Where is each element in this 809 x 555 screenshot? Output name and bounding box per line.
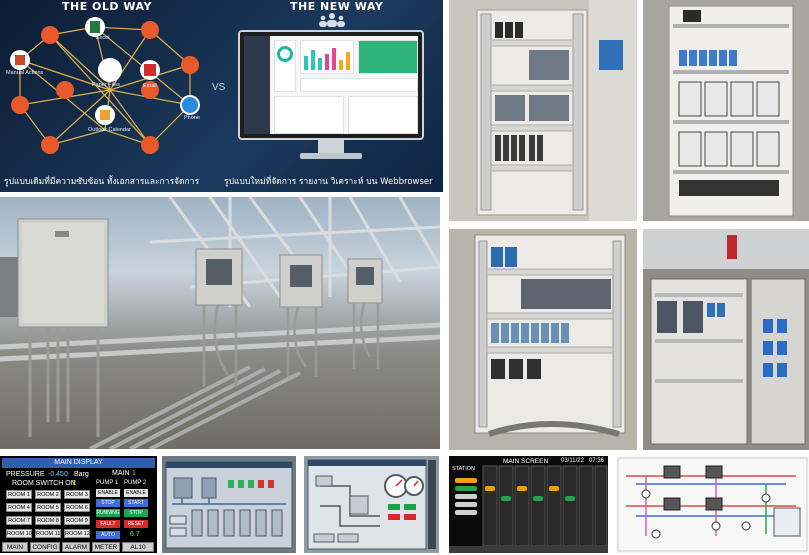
room-1-button[interactable]: ROOM 1 (6, 490, 32, 499)
room-7-button[interactable]: ROOM 7 (6, 516, 32, 525)
hmi-tank-process-screen (162, 456, 296, 553)
hmi-main-display: MAIN DISPLAY PRESSURE -0.450 Barg ROOM S… (0, 456, 157, 553)
room-4-button[interactable]: ROOM 4 (6, 503, 32, 512)
rooftop-enclosures-photo (0, 197, 440, 449)
pump-2-stop-button[interactable]: STOP (124, 509, 148, 517)
pump-1-running-indicator: RUNNING (96, 509, 120, 517)
room-10-button[interactable]: ROOM 10 (6, 529, 32, 538)
outlook-calendar-label: Outlook Calendar (88, 127, 131, 133)
room-6-button[interactable]: ROOM 6 (64, 503, 90, 512)
pressure-label: PRESSURE (6, 471, 45, 478)
pressure-unit: Barg (74, 471, 89, 478)
pump-2-enable-button[interactable]: ENABLE (124, 489, 148, 497)
email-label: Email (143, 83, 157, 89)
tab-config[interactable]: CONFIG (30, 542, 60, 552)
counter-value: 6.7 (130, 531, 140, 538)
team-icon (319, 13, 345, 27)
tab-meter[interactable]: METER (92, 542, 120, 552)
room-switch-label: ROOM SWITCH ON (12, 480, 76, 487)
old-way-title: THE OLD WAY (62, 0, 152, 13)
hmi-station-main-screen: MAIN SCREEN 03/11/22 07:36 STATION (449, 456, 608, 553)
room-3-button[interactable]: ROOM 3 (64, 490, 90, 499)
hmi-gauge-screen (304, 456, 439, 553)
room-8-button[interactable]: ROOM 8 (35, 516, 61, 525)
control-cabinet-photo-1 (449, 0, 637, 221)
new-way-caption: รูปแบบใหม่ที่จัดการ รายงาน วิเคราะห์ บน … (224, 177, 433, 187)
hmi-piping-schematic (616, 456, 809, 553)
room-9-button[interactable]: ROOM 9 (64, 516, 90, 525)
pump-2-start-button[interactable]: START (124, 499, 148, 507)
control-cabinet-photo-3 (449, 229, 637, 450)
room-2-button[interactable]: ROOM 2 (35, 490, 61, 499)
room-12-button[interactable]: ROOM 12 (64, 529, 90, 538)
dashboard-monitor (238, 30, 424, 140)
control-cabinet-photo-4 (643, 229, 809, 450)
manual-actions-label: Manual Actions (6, 70, 44, 76)
pressure-value: -0.450 (48, 471, 68, 478)
old-way-caption: รูปแบบเดิมที่มีความซับซ้อน ทั้งเอกสารและ… (4, 177, 200, 187)
room-11-button[interactable]: ROOM 11 (35, 529, 61, 538)
control-cabinet-photo-2 (643, 0, 809, 221)
tab-main[interactable]: MAIN (2, 542, 28, 552)
room-5-button[interactable]: ROOM 5 (35, 503, 61, 512)
pump-auto-button[interactable]: AUTO (96, 531, 120, 539)
main-value: 1 (132, 470, 136, 477)
old-vs-new-infographic: THE OLD WAY THE NEW WAY Excel Paper File… (0, 0, 443, 192)
pump-fault-indicator: FAULT (96, 520, 120, 528)
tab-alarm[interactable]: ALARM (62, 542, 90, 552)
pump-1-stop-button[interactable]: STOP (96, 499, 120, 507)
excel-label: Excel (96, 35, 110, 41)
tab-al10[interactable]: AL10 (122, 542, 154, 552)
main-label: MAIN (112, 470, 130, 477)
pump-2-label: PUMP 2 (124, 480, 147, 486)
pump-reset-button[interactable]: RESET (124, 520, 148, 528)
pump-1-enable-button[interactable]: ENABLE (96, 489, 120, 497)
old-way-network-diagram (10, 17, 200, 154)
phone-label: Phone (184, 115, 200, 121)
room-switch-value: 1 (72, 480, 76, 487)
hmi-header: MAIN DISPLAY (2, 458, 155, 468)
vs-label: VS (212, 82, 226, 93)
pump-1-label: PUMP 1 (96, 480, 119, 486)
paper-files-label: Paper Files (92, 82, 120, 88)
